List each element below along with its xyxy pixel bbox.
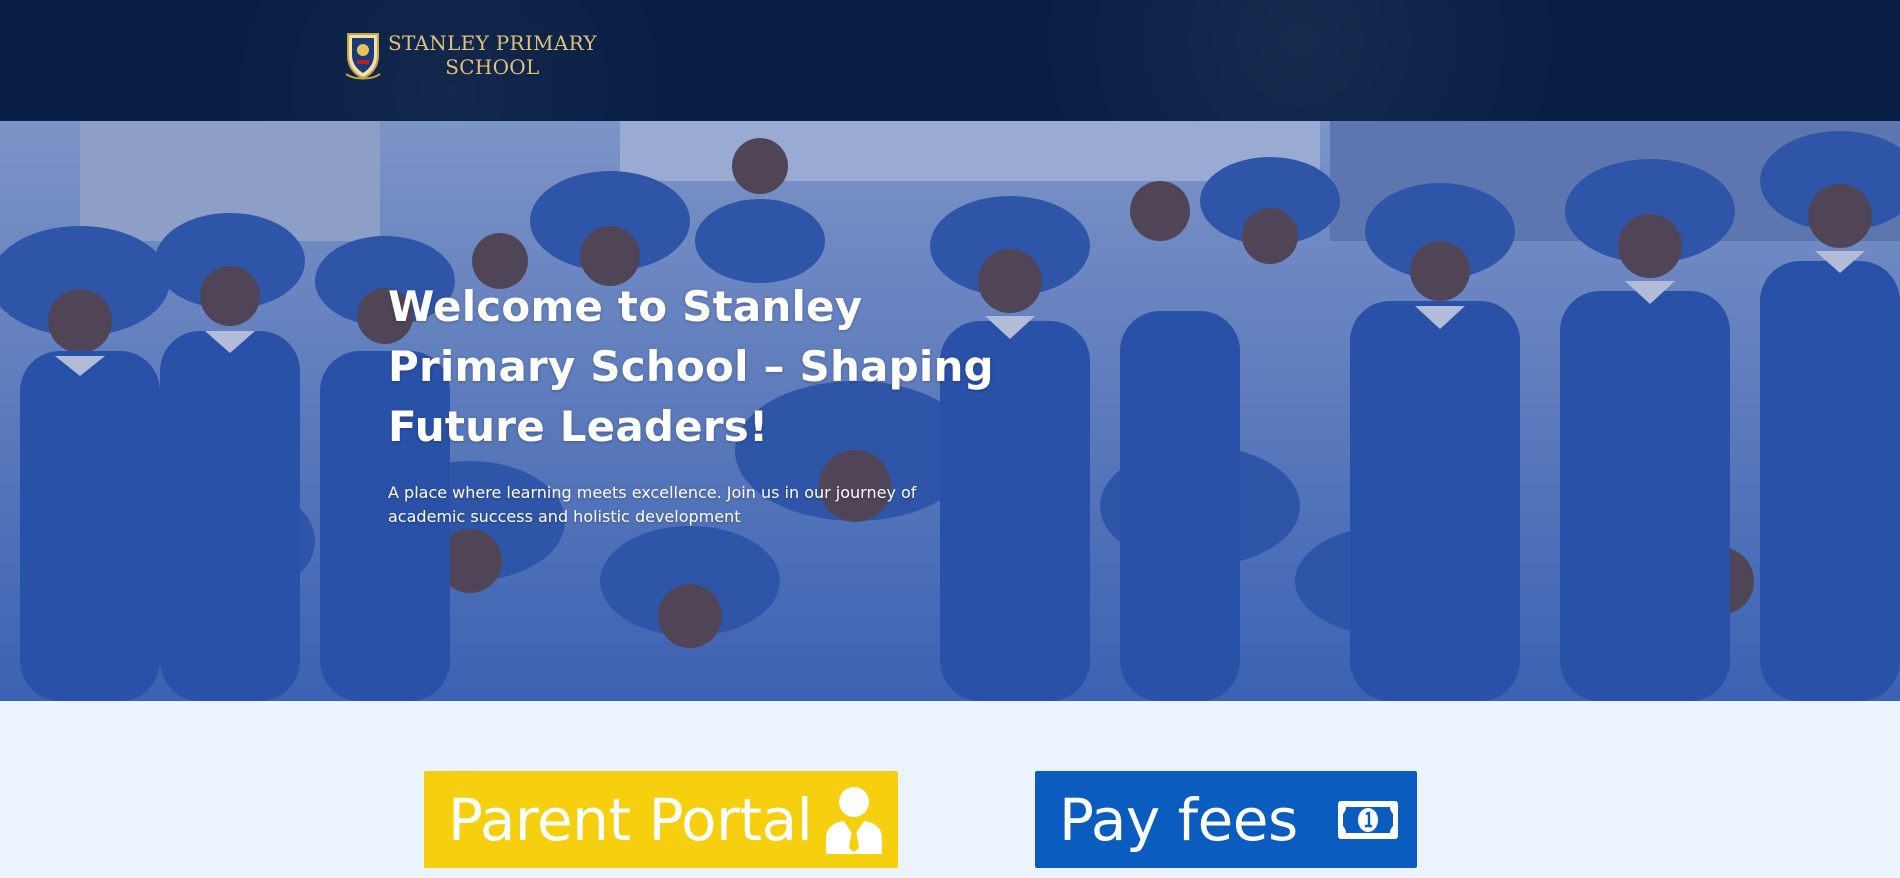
pay-fees-button[interactable]: Pay fees — [1035, 771, 1417, 868]
money-bill-icon — [1336, 799, 1400, 841]
school-crest-icon — [345, 33, 381, 80]
hero-subtitle: A place where learning meets excellence.… — [388, 483, 917, 526]
hero-banner: Welcome to Stanley Primary School – Shap… — [0, 121, 1900, 701]
parent-portal-button[interactable]: Parent Portal — [424, 771, 898, 868]
user-tie-icon — [824, 786, 884, 854]
site-header: STANLEY PRIMARY SCHOOL — [0, 0, 1900, 121]
school-name-line2: SCHOOL — [445, 55, 540, 79]
school-name: STANLEY PRIMARY SCHOOL — [388, 31, 597, 79]
school-logo[interactable]: STANLEY PRIMARY SCHOOL — [344, 30, 597, 80]
school-name-line1: STANLEY PRIMARY — [388, 31, 597, 55]
hero-title: Welcome to Stanley Primary School – Shap… — [388, 282, 994, 451]
hero-text-block: Welcome to Stanley Primary School – Shap… — [388, 277, 1008, 529]
parent-portal-label: Parent Portal — [448, 785, 813, 854]
pay-fees-label: Pay fees — [1059, 785, 1298, 854]
